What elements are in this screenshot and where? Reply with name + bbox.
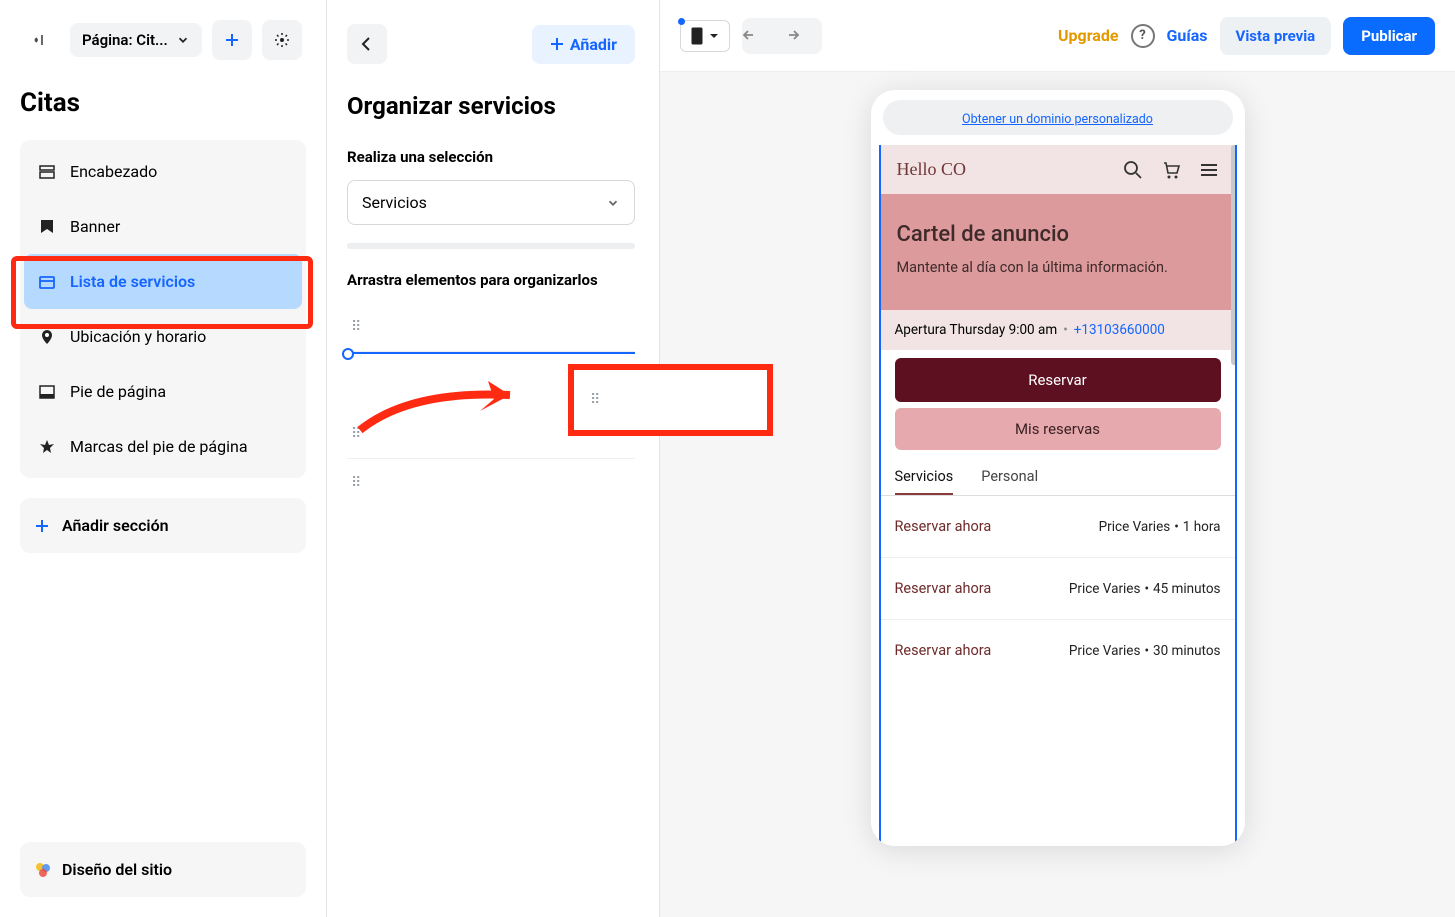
menu-icon[interactable] bbox=[1199, 160, 1219, 180]
reserve-button[interactable]: Reservar bbox=[895, 358, 1221, 402]
tab-services[interactable]: Servicios bbox=[895, 468, 954, 495]
header-icon bbox=[38, 163, 56, 181]
service-meta: Price Varies•45 minutos bbox=[1069, 581, 1221, 597]
mobile-preview: Obtener un dominio personalizado Hello C… bbox=[871, 90, 1245, 846]
service-list: Reservar ahora Price Varies•1 hora Reser… bbox=[881, 495, 1235, 681]
section-label: Banner bbox=[70, 217, 120, 236]
help-button[interactable]: ? bbox=[1131, 24, 1155, 48]
section-item-footer[interactable]: Pie de página bbox=[24, 364, 302, 419]
annotation-highlight-active-section bbox=[11, 256, 313, 329]
preview-button[interactable]: Vista previa bbox=[1220, 17, 1332, 55]
section-item-banner[interactable]: Banner bbox=[24, 199, 302, 254]
drag-item[interactable]: ⠿ bbox=[347, 303, 635, 352]
right-topbar: Upgrade ? Guías Vista previa Publicar bbox=[660, 0, 1455, 72]
drop-indicator bbox=[347, 352, 635, 354]
back-button[interactable] bbox=[347, 24, 387, 64]
add-button[interactable]: Añadir bbox=[532, 25, 635, 64]
grip-icon: ⠿ bbox=[590, 392, 602, 408]
guides-link[interactable]: Guías bbox=[1167, 26, 1208, 45]
grip-icon: ⠿ bbox=[351, 426, 363, 442]
tab-staff[interactable]: Personal bbox=[981, 468, 1038, 495]
announcement-banner: Cartel de anuncio Mantente al día con la… bbox=[881, 194, 1235, 310]
left-panel: Página: Cit... Citas Encabezado Banner L… bbox=[0, 0, 327, 917]
site-header: Hello CO bbox=[881, 145, 1235, 194]
grip-icon: ⠿ bbox=[351, 475, 363, 491]
add-section-label: Añadir sección bbox=[62, 516, 169, 535]
scrollbar[interactable] bbox=[1231, 145, 1237, 365]
section-label: Encabezado bbox=[70, 162, 157, 181]
selection-value: Servicios bbox=[362, 193, 427, 212]
mobile-icon bbox=[691, 27, 703, 45]
add-page-button[interactable] bbox=[212, 20, 252, 60]
tabs: Servicios Personal bbox=[881, 460, 1235, 495]
add-button-label: Añadir bbox=[570, 35, 617, 54]
book-now-link[interactable]: Reservar ahora bbox=[895, 580, 992, 597]
undo-redo-group bbox=[742, 18, 822, 54]
undo-button[interactable] bbox=[742, 18, 782, 54]
middle-panel: Añadir Organizar servicios Realiza una s… bbox=[327, 0, 660, 917]
domain-link[interactable]: Obtener un dominio personalizado bbox=[962, 112, 1153, 127]
selection-subtitle: Realiza una selección bbox=[347, 148, 635, 166]
right-panel: Upgrade ? Guías Vista previa Publicar Ob… bbox=[660, 0, 1455, 917]
phone-link[interactable]: +13103660000 bbox=[1074, 322, 1165, 338]
service-meta: Price Varies•30 minutos bbox=[1069, 643, 1221, 659]
hours-text: Apertura Thursday 9:00 am bbox=[895, 322, 1058, 338]
grip-icon: ⠿ bbox=[351, 319, 363, 335]
cart-icon[interactable] bbox=[1161, 160, 1181, 180]
site-design-label: Diseño del sitio bbox=[62, 860, 172, 879]
device-selector[interactable] bbox=[680, 20, 730, 52]
collapse-panel-button[interactable] bbox=[20, 20, 60, 60]
location-icon bbox=[38, 328, 56, 346]
service-meta: Price Varies•1 hora bbox=[1099, 519, 1221, 535]
preview-body: Hello CO Cartel de anuncio Mantente al d… bbox=[879, 145, 1237, 846]
upgrade-link[interactable]: Upgrade bbox=[1058, 26, 1119, 45]
redo-button[interactable] bbox=[782, 18, 822, 54]
page-title: Citas bbox=[20, 88, 306, 118]
preview-area: Obtener un dominio personalizado Hello C… bbox=[660, 72, 1455, 917]
left-topbar: Página: Cit... bbox=[20, 20, 306, 60]
selection-dropdown[interactable]: Servicios bbox=[347, 180, 635, 225]
publish-button[interactable]: Publicar bbox=[1343, 17, 1435, 55]
drag-hint: Arrastra elementos para organizarlos bbox=[347, 271, 635, 289]
page-selector-label: Página: Cit... bbox=[82, 31, 168, 49]
settings-button[interactable] bbox=[262, 20, 302, 60]
search-icon[interactable] bbox=[1123, 160, 1143, 180]
section-item-footer-brands[interactable]: Marcas del pie de página bbox=[24, 419, 302, 474]
drag-item[interactable]: ⠿ bbox=[347, 459, 635, 507]
domain-bar[interactable]: Obtener un dominio personalizado bbox=[883, 100, 1233, 135]
banner-icon bbox=[38, 218, 56, 236]
section-item-header[interactable]: Encabezado bbox=[24, 144, 302, 199]
panel-divider bbox=[347, 243, 635, 249]
book-now-link[interactable]: Reservar ahora bbox=[895, 642, 992, 659]
banner-title: Cartel de anuncio bbox=[897, 222, 1219, 247]
section-label: Ubicación y horario bbox=[70, 327, 206, 346]
brands-icon bbox=[38, 438, 56, 456]
service-row[interactable]: Reservar ahora Price Varies•45 minutos bbox=[881, 557, 1235, 619]
service-row[interactable]: Reservar ahora Price Varies•30 minutos bbox=[881, 619, 1235, 681]
palette-icon bbox=[34, 861, 52, 879]
site-design-button[interactable]: Diseño del sitio bbox=[20, 842, 306, 897]
mid-panel-title: Organizar servicios bbox=[347, 92, 635, 120]
change-indicator-dot bbox=[678, 18, 685, 25]
footer-icon bbox=[38, 383, 56, 401]
page-selector-dropdown[interactable]: Página: Cit... bbox=[70, 23, 202, 57]
banner-text: Mantente al día con la última informació… bbox=[897, 259, 1219, 276]
add-section-button[interactable]: Añadir sección bbox=[20, 498, 306, 553]
hours-bar: Apertura Thursday 9:00 am • +13103660000 bbox=[881, 310, 1235, 350]
section-label: Pie de página bbox=[70, 382, 166, 401]
service-row[interactable]: Reservar ahora Price Varies•1 hora bbox=[881, 495, 1235, 557]
section-label: Marcas del pie de página bbox=[70, 437, 248, 456]
site-brand: Hello CO bbox=[897, 159, 967, 180]
my-reservations-button[interactable]: Mis reservas bbox=[895, 408, 1221, 450]
annotation-drag-ghost: ⠿ bbox=[568, 364, 773, 436]
book-now-link[interactable]: Reservar ahora bbox=[895, 518, 992, 535]
chevron-down-icon bbox=[709, 31, 719, 41]
